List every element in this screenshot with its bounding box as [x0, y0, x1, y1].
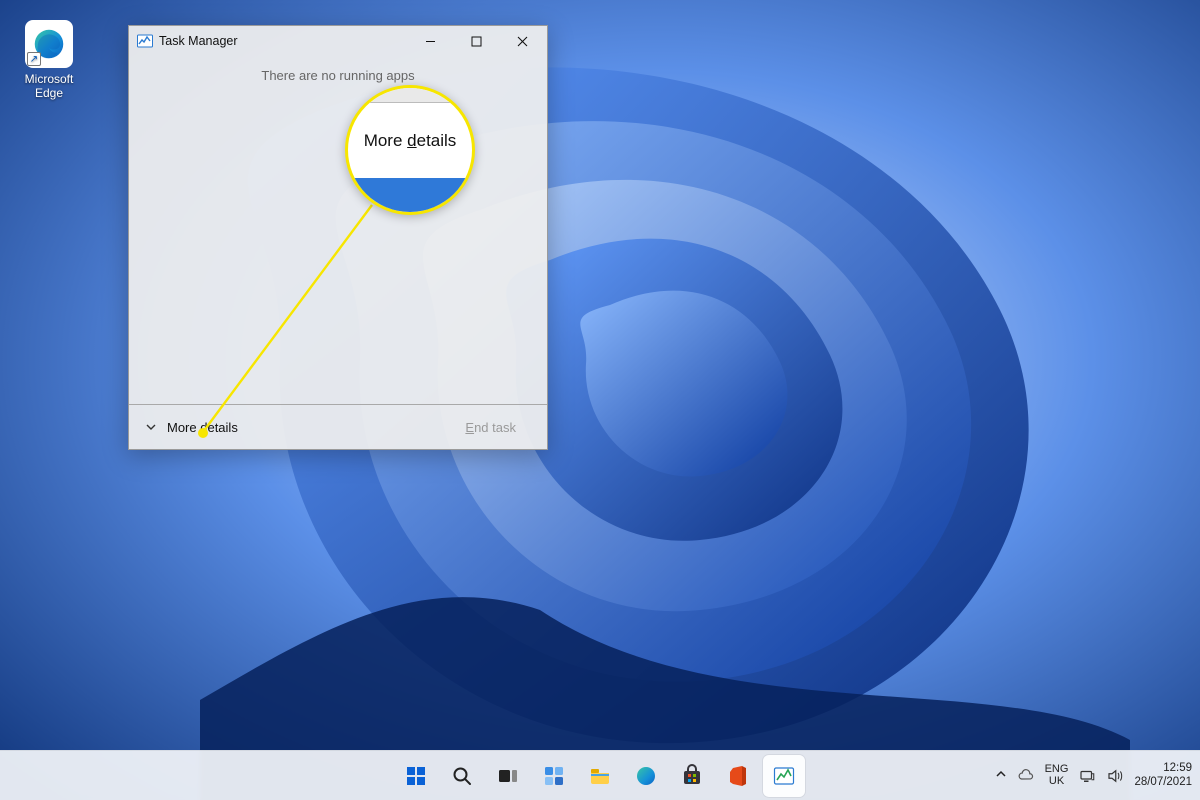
desktop-icon-label: Microsoft Edge: [25, 72, 74, 100]
desktop: ↗ Microsoft Edge Task Manager There are …: [0, 0, 1200, 800]
close-button[interactable]: [499, 26, 545, 56]
edge-taskbar-button[interactable]: [625, 755, 667, 797]
task-manager-icon: [137, 33, 153, 49]
chevron-down-icon: [145, 421, 157, 433]
taskbar: ENG UK 12:59 28/07/2021: [0, 750, 1200, 800]
file-explorer-button[interactable]: [579, 755, 621, 797]
system-tray: ENG UK 12:59 28/07/2021: [995, 762, 1192, 788]
clock[interactable]: 12:59 28/07/2021: [1134, 762, 1192, 788]
edge-icon: ↗: [25, 20, 73, 68]
widgets-button[interactable]: [533, 755, 575, 797]
task-manager-footer: More details End task: [129, 405, 547, 449]
tray-overflow-button[interactable]: [995, 768, 1007, 783]
window-title: Task Manager: [159, 34, 238, 48]
task-manager-body: There are no running apps: [129, 56, 547, 404]
taskbar-center: [395, 755, 805, 797]
annotation-magnifier: More details: [345, 85, 475, 215]
onedrive-icon[interactable]: [1017, 767, 1035, 785]
start-button[interactable]: [395, 755, 437, 797]
task-view-button[interactable]: [487, 755, 529, 797]
no-apps-message: There are no running apps: [261, 68, 414, 83]
store-button[interactable]: [671, 755, 713, 797]
language-indicator[interactable]: ENG UK: [1045, 764, 1069, 787]
maximize-button[interactable]: [453, 26, 499, 56]
volume-icon[interactable]: [1106, 767, 1124, 785]
minimize-button[interactable]: [407, 26, 453, 56]
network-icon[interactable]: [1078, 767, 1096, 785]
annotation-dot: [198, 428, 208, 438]
task-manager-window: Task Manager There are no running apps M…: [128, 25, 548, 450]
shortcut-arrow-icon: ↗: [27, 52, 41, 66]
search-button[interactable]: [441, 755, 483, 797]
end-task-button: End task: [450, 414, 531, 441]
desktop-icon-edge[interactable]: ↗ Microsoft Edge: [10, 20, 88, 100]
magnifier-label: More details: [364, 131, 457, 151]
task-manager-taskbar-button[interactable]: [763, 755, 805, 797]
titlebar[interactable]: Task Manager: [129, 26, 547, 56]
office-button[interactable]: [717, 755, 759, 797]
